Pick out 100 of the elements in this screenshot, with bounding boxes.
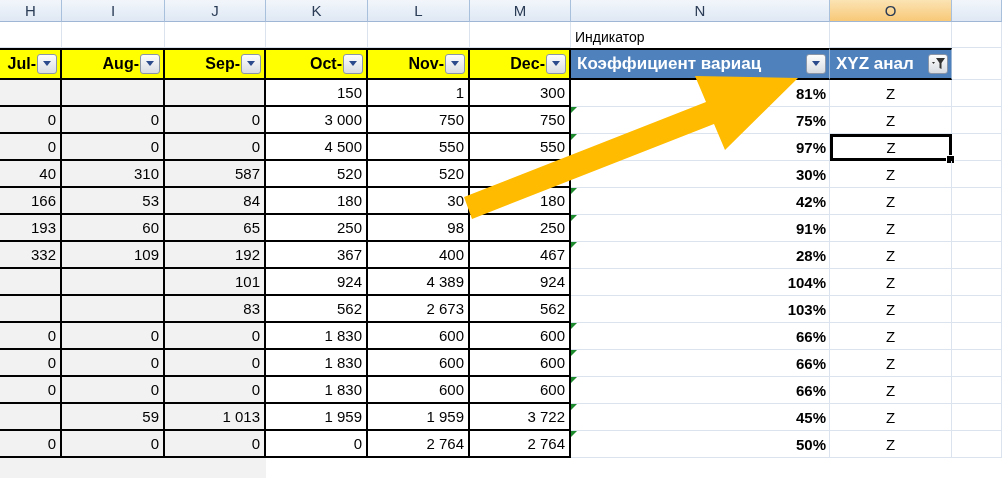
filter-button[interactable] (928, 54, 948, 74)
table-cell: 0 (0, 134, 62, 161)
empty-cell (952, 22, 1002, 48)
caret-icon (551, 61, 561, 67)
table-cell: 0 (0, 431, 62, 458)
empty-cell (952, 269, 1002, 296)
table-cell: 0 (62, 377, 165, 404)
table-cell: 400 (368, 242, 470, 269)
header-label: Jul- (7, 55, 36, 73)
table-cell: 520 (368, 161, 470, 188)
selected-cell: Z (830, 134, 952, 161)
caret-icon (42, 61, 52, 67)
table-cell: 4 500 (266, 134, 368, 161)
table-cell: 91% (571, 215, 830, 242)
table-cell: 0 (0, 350, 62, 377)
table-cell: 0 (62, 431, 165, 458)
table-cell: 0 (165, 350, 266, 377)
table-cell: 2 764 (368, 431, 470, 458)
table-cell: 40 (0, 161, 62, 188)
table-cell: 2 673 (368, 296, 470, 323)
table-cell: 150 (266, 80, 368, 107)
table-cell: 109 (62, 242, 165, 269)
column-header[interactable]: L (368, 0, 470, 22)
table-cell: 520 (266, 161, 368, 188)
table-cell: 332 (0, 242, 62, 269)
table-cell: 1 830 (266, 377, 368, 404)
fill-handle[interactable] (946, 155, 955, 164)
table-cell: 50% (571, 431, 830, 458)
caret-icon (145, 61, 155, 67)
empty-cell (952, 377, 1002, 404)
empty-cell (952, 80, 1002, 107)
caret-icon (811, 61, 821, 67)
column-header[interactable]: O (830, 0, 952, 22)
table-cell: 550 (368, 134, 470, 161)
table-cell: Z (830, 161, 952, 188)
table-cell: 0 (0, 323, 62, 350)
table-cell: 1 959 (266, 404, 368, 431)
table-cell: 0 (165, 134, 266, 161)
table-cell: 1 959 (368, 404, 470, 431)
dropdown-button[interactable] (445, 54, 465, 74)
table-cell: 60 (62, 215, 165, 242)
table-cell: 367 (266, 242, 368, 269)
column-header[interactable]: H (0, 0, 62, 22)
table-cell: 45% (571, 404, 830, 431)
dropdown-button[interactable] (343, 54, 363, 74)
header-label: Aug- (102, 55, 139, 73)
table-cell: 300 (470, 80, 571, 107)
caret-icon (246, 61, 256, 67)
dropdown-button[interactable] (241, 54, 261, 74)
header-label: XYZ анал (836, 54, 914, 74)
header-label: Nov- (408, 55, 444, 73)
empty-cell (952, 350, 1002, 377)
table-cell: 562 (266, 296, 368, 323)
table-cell: 180 (266, 188, 368, 215)
table-cell: 600 (368, 377, 470, 404)
table-cell (0, 296, 62, 323)
table-cell: 0 (165, 323, 266, 350)
table-cell: 1 830 (266, 323, 368, 350)
column-header[interactable]: J (165, 0, 266, 22)
table-cell: Z (830, 350, 952, 377)
table-cell: Z (830, 269, 952, 296)
table-cell: Z (830, 431, 952, 458)
table-cell: Z (830, 215, 952, 242)
table-cell: 103% (571, 296, 830, 323)
table-cell: 0 (62, 134, 165, 161)
table-cell: 83 (165, 296, 266, 323)
dropdown-button[interactable] (140, 54, 160, 74)
table-cell: 0 (165, 107, 266, 134)
column-header[interactable]: K (266, 0, 368, 22)
table-cell: 750 (368, 107, 470, 134)
table-cell: 166 (0, 188, 62, 215)
column-header[interactable]: I (62, 0, 165, 22)
header-label: Dec- (510, 55, 545, 73)
empty-cell (952, 134, 1002, 161)
table-cell (0, 269, 62, 296)
table-cell: 0 (266, 431, 368, 458)
table-cell: Z (830, 80, 952, 107)
table-cell: 0 (165, 377, 266, 404)
table-cell: 250 (266, 215, 368, 242)
caret-icon (450, 61, 460, 67)
table-cell: 1 (368, 80, 470, 107)
column-header[interactable]: N (571, 0, 830, 22)
dropdown-button[interactable] (37, 54, 57, 74)
table-cell: 587 (165, 161, 266, 188)
empty-cell (952, 242, 1002, 269)
table-cell: 0 (0, 377, 62, 404)
header-label: Sep- (205, 55, 240, 73)
table-cell: 98 (368, 215, 470, 242)
dropdown-button[interactable] (806, 54, 826, 74)
caret-icon (348, 61, 358, 67)
dropdown-button[interactable] (546, 54, 566, 74)
table-cell (0, 404, 62, 431)
table-cell: 0 (165, 431, 266, 458)
table-cell: 101 (165, 269, 266, 296)
table-cell: 4 389 (368, 269, 470, 296)
empty-cell (952, 431, 1002, 458)
table-cell: 1 830 (266, 350, 368, 377)
table-cell: Z (830, 377, 952, 404)
table-cell: 0 (0, 107, 62, 134)
column-header[interactable]: M (470, 0, 571, 22)
